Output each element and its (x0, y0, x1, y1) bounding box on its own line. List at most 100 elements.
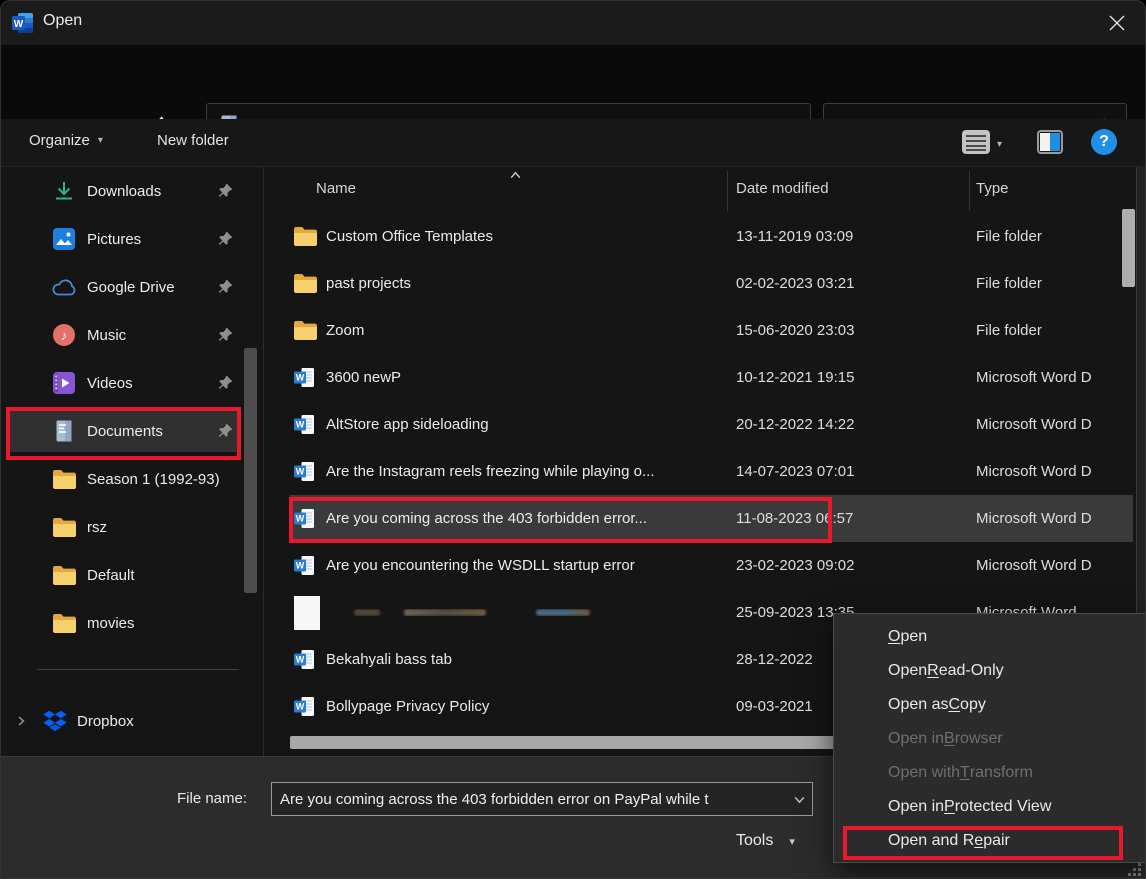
sidebar-item-label: Season 1 (1992-93) (87, 471, 220, 488)
sidebar-item-label: movies (87, 615, 135, 632)
file-name: Zoom (326, 322, 736, 339)
column-divider[interactable] (727, 171, 728, 211)
sidebar-item-videos[interactable]: Videos (1, 359, 263, 407)
file-date-modified: 10-12-2021 19:15 (736, 369, 976, 386)
file-date-modified: 15-06-2020 23:03 (736, 322, 976, 339)
sidebar-item-label: Videos (87, 375, 133, 392)
folder-icon (51, 566, 77, 585)
sidebar-item-label: Dropbox (77, 713, 134, 730)
chevron-down-icon: ▾ (98, 135, 103, 146)
close-icon[interactable] (1107, 13, 1127, 33)
open-dialog-window: W Open ← → ↑ Documents (0, 0, 1146, 879)
menu-item-open-in-browser: Open in Browser (834, 722, 1146, 756)
command-toolbar: Organize ▾ New folder ▾ ? (1, 119, 1145, 167)
sidebar-divider (37, 669, 239, 670)
file-row-are-the-instagram-reels-freezing-while-p[interactable]: WAre the Instagram reels freezing while … (290, 448, 1133, 495)
help-button[interactable]: ? (1091, 129, 1117, 155)
preview-pane-button[interactable] (1037, 130, 1063, 159)
videos-icon (51, 372, 77, 394)
sidebar-item-music[interactable]: ♪ Music (1, 311, 263, 359)
sidebar-item-google-drive[interactable]: Google Drive (1, 263, 263, 311)
menu-item-open-read-only[interactable]: Open Read-Only (834, 654, 1146, 688)
file-row-past-projects[interactable]: past projects02-02-2023 03:21File folder (290, 260, 1133, 307)
resize-grip[interactable] (1127, 862, 1141, 876)
file-type: Microsoft Word D (976, 369, 1094, 386)
column-divider[interactable] (969, 171, 970, 211)
file-row-altstore-app-sideloading[interactable]: WAltStore app sideloading20-12-2022 14:2… (290, 401, 1133, 448)
file-row-zoom[interactable]: Zoom15-06-2020 23:03File folder (290, 307, 1133, 354)
sidebar-item-label: Music (87, 327, 126, 344)
blank-icon (290, 596, 326, 630)
tools-label: Tools (736, 832, 773, 850)
file-name-input[interactable] (272, 791, 786, 808)
chevron-down-icon[interactable] (786, 793, 812, 806)
dropbox-icon (43, 710, 67, 732)
tools-button[interactable]: Tools ▾ (736, 832, 795, 850)
pictures-icon (51, 228, 77, 250)
chevron-down-icon: ▾ (789, 835, 795, 848)
svg-text:W: W (296, 420, 305, 430)
new-folder-button[interactable]: New folder (157, 132, 229, 149)
pin-icon (217, 230, 234, 252)
redacted-text (404, 609, 486, 616)
word-icon: W (290, 367, 326, 388)
window-title: Open (43, 12, 82, 30)
gdrive-icon (51, 278, 77, 296)
file-type: Microsoft Word D (976, 463, 1094, 480)
file-row-custom-office-templates[interactable]: Custom Office Templates13-11-2019 03:09F… (290, 213, 1133, 260)
annotation-box-selected-file (289, 497, 832, 543)
sidebar-item-downloads[interactable]: Downloads (1, 167, 263, 215)
sidebar-item-movies[interactable]: movies (1, 599, 263, 647)
file-type: Microsoft Word D (976, 510, 1094, 527)
chevron-right-icon[interactable] (15, 715, 27, 727)
view-options-button[interactable]: ▾ (961, 129, 1002, 160)
file-name-label: File name: (177, 790, 247, 807)
vertical-scrollbar[interactable] (1122, 209, 1135, 287)
file-name: past projects (326, 275, 736, 292)
svg-text:W: W (14, 19, 24, 30)
file-type: File folder (976, 275, 1094, 292)
file-row-3600-newp[interactable]: W3600 newP10-12-2021 19:15Microsoft Word… (290, 354, 1133, 401)
pin-icon (217, 278, 234, 300)
sidebar-item-season-1-1992-93[interactable]: Season 1 (1992-93) (1, 455, 263, 503)
menu-item-open-in-protected-view[interactable]: Open in Protected View (834, 790, 1146, 824)
file-date-modified: 23-02-2023 09:02 (736, 557, 976, 574)
sidebar: Downloads Pictures Google Drive ♪ Music Video… (1, 167, 263, 756)
sidebar-item-label: rsz (87, 519, 107, 536)
file-type: File folder (976, 228, 1094, 245)
svg-text:W: W (296, 655, 305, 665)
column-header-name[interactable]: Name (316, 180, 356, 197)
sidebar-item-label: Pictures (87, 231, 141, 248)
organize-button[interactable]: Organize ▾ (29, 132, 103, 149)
svg-text:W: W (296, 467, 305, 477)
column-header-date-modified[interactable]: Date modified (736, 180, 829, 197)
sidebar-item-label: Default (87, 567, 135, 584)
file-name: Bekahyali bass tab (326, 651, 736, 668)
svg-text:♪: ♪ (61, 328, 68, 343)
sidebar-scrollbar[interactable] (244, 348, 257, 593)
music-icon: ♪ (51, 324, 77, 346)
pin-icon (217, 182, 234, 204)
sidebar-item-default[interactable]: Default (1, 551, 263, 599)
column-header-type[interactable]: Type (976, 180, 1009, 197)
preview-pane-icon (1037, 141, 1063, 158)
file-name: 3600 newP (326, 369, 736, 386)
menu-item-open[interactable]: Open (834, 620, 1146, 654)
menu-item-open-as-copy[interactable]: Open as Copy (834, 688, 1146, 722)
redacted-text (536, 609, 590, 616)
word-icon: W (290, 555, 326, 576)
sidebar-item-rsz[interactable]: rsz (1, 503, 263, 551)
svg-text:W: W (296, 561, 305, 571)
file-name: Custom Office Templates (326, 228, 736, 245)
list-header: Name Date modified Type (264, 167, 1145, 213)
folder-icon (51, 518, 77, 537)
pin-icon (217, 326, 234, 348)
file-row-are-you-encountering-the-wsdll-startup-e[interactable]: WAre you encountering the WSDLL startup … (290, 542, 1133, 589)
file-date-modified: 14-07-2023 07:01 (736, 463, 976, 480)
chevron-down-icon: ▾ (997, 139, 1002, 150)
organize-label: Organize (29, 132, 90, 149)
sort-ascending-icon (509, 169, 522, 182)
sidebar-item-pictures[interactable]: Pictures (1, 215, 263, 263)
file-date-modified: 02-02-2023 03:21 (736, 275, 976, 292)
sidebar-item-dropbox[interactable]: Dropbox (1, 697, 263, 745)
